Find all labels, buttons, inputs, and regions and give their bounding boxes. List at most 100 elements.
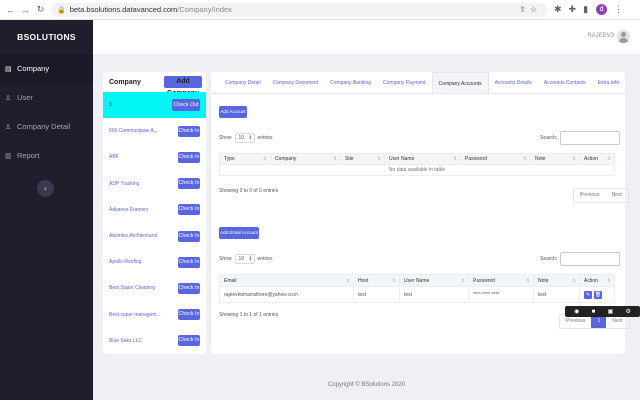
pagination: Previous Next bbox=[573, 188, 629, 203]
tab-accounts-contacts[interactable]: Accounts Contacts bbox=[538, 72, 592, 93]
tab-extra-info[interactable]: Extra Info bbox=[592, 72, 625, 93]
more-icon[interactable]: ⋮ bbox=[614, 4, 623, 15]
sidebar-item-label: Company bbox=[17, 64, 50, 73]
report-icon: ▥ bbox=[5, 152, 12, 160]
check-in-button[interactable]: Check In bbox=[178, 256, 200, 268]
collapse-sidebar-button[interactable]: ‹ bbox=[37, 180, 54, 197]
tab-company-detail[interactable]: Company Detail bbox=[219, 72, 267, 93]
col-password[interactable]: Password ⇅ bbox=[468, 274, 534, 287]
col-label: Note bbox=[538, 277, 549, 284]
url-host: beta.bsolutions.datavanced.com bbox=[69, 5, 178, 14]
tab-company-payment[interactable]: Company Payment bbox=[377, 72, 432, 93]
col-host[interactable]: Host ⇅ bbox=[353, 274, 400, 287]
col-email[interactable]: Email ⇅ bbox=[219, 274, 354, 287]
company-name[interactable]: Best super managem... bbox=[109, 312, 161, 318]
col-username[interactable]: User Name ⇅ bbox=[384, 153, 461, 165]
next-button[interactable]: Next bbox=[605, 189, 627, 202]
table-row: rajeevkumarrathore@yahoo.co.in test test… bbox=[219, 286, 615, 303]
company-name[interactable]: Advance Framers bbox=[109, 207, 148, 213]
company-row[interactable]: Best Super Cleaning Check In bbox=[103, 275, 206, 301]
check-in-button[interactable]: Check In bbox=[178, 230, 200, 242]
check-in-button[interactable]: Check In bbox=[178, 178, 200, 190]
company-name[interactable]: Akomlec Architectural bbox=[109, 233, 157, 239]
company-name[interactable]: Apollo Roofing bbox=[109, 259, 142, 265]
entries-label: entries bbox=[257, 256, 273, 262]
entries-length: Show 10 entries bbox=[219, 254, 273, 264]
check-out-button[interactable]: Check Out bbox=[172, 99, 200, 112]
forward-icon[interactable]: → bbox=[21, 5, 30, 15]
search-input[interactable] bbox=[560, 252, 621, 266]
check-in-button[interactable]: Check In bbox=[178, 151, 200, 163]
tab-company-banking[interactable]: Company Banking bbox=[324, 72, 377, 93]
check-in-button[interactable]: Check In bbox=[178, 309, 200, 321]
col-action[interactable]: Action ⇅ bbox=[579, 274, 615, 287]
extension-icon[interactable]: ✱ bbox=[554, 4, 562, 15]
top-header: RAJEEV3 bbox=[93, 20, 640, 54]
sidebar-item-company[interactable]: ▤ Company bbox=[0, 54, 93, 83]
profile-avatar[interactable]: d bbox=[596, 4, 608, 15]
col-type[interactable]: Type ⇅ bbox=[219, 153, 271, 165]
company-name[interactable]: ADP Tracking bbox=[109, 181, 139, 187]
detail-panel: Company Detail Company Document Company … bbox=[211, 72, 630, 354]
add-company-button[interactable]: Add Company bbox=[164, 76, 202, 97]
accounts-table: Type ⇅ Company ⇅ Site ⇅ User Name ⇅ Password… bbox=[219, 153, 615, 176]
sort-icon: ⇅ bbox=[607, 156, 611, 161]
tab-company-accounts[interactable]: Company Accounts bbox=[431, 72, 489, 93]
company-row[interactable]: Advance Framers Check In bbox=[103, 197, 206, 223]
username[interactable]: RAJEEV3 bbox=[587, 33, 614, 39]
company-row[interactable]: Akomlec Architectural Check In bbox=[103, 223, 206, 249]
check-in-button[interactable]: Check In bbox=[178, 335, 200, 347]
check-in-button[interactable]: Check In bbox=[178, 204, 200, 216]
company-row[interactable]: ADP Tracking Check In bbox=[103, 171, 206, 197]
col-note[interactable]: Note ⇅ bbox=[530, 153, 580, 165]
tab-bar: Company Detail Company Document Company … bbox=[211, 72, 625, 94]
company-name[interactable]: Blue Saks LLC bbox=[109, 338, 142, 344]
col-site[interactable]: Site ⇅ bbox=[340, 153, 385, 165]
col-password[interactable]: Password ⇅ bbox=[460, 153, 531, 165]
company-row[interactable]: Blue Saks LLC Check In bbox=[103, 328, 206, 354]
company-panel-header: Company Add Company bbox=[103, 72, 206, 97]
company-name[interactable]: ABF bbox=[109, 154, 119, 160]
col-company[interactable]: Company ⇅ bbox=[270, 153, 341, 165]
sidebar-item-company-detail[interactable]: ♙ Company Detail bbox=[0, 112, 93, 141]
tab-company-document[interactable]: Company Document bbox=[267, 72, 325, 93]
sidebar-item-report[interactable]: ▥ Report bbox=[0, 141, 93, 170]
entries-select[interactable]: 10 bbox=[234, 133, 255, 143]
share-star-icons[interactable]: ⇪☆ bbox=[519, 5, 541, 14]
video-icon[interactable]: ■ bbox=[592, 309, 596, 315]
avatar[interactable] bbox=[617, 30, 630, 43]
search-input[interactable] bbox=[560, 131, 621, 145]
window-icon[interactable]: ▣ bbox=[608, 308, 614, 315]
company-name[interactable]: Best Super Cleaning bbox=[109, 285, 155, 291]
address-bar[interactable]: 🔒 beta.bsolutions.datavanced.com/Company… bbox=[51, 2, 547, 17]
edit-icon[interactable]: ✎ bbox=[584, 290, 592, 299]
col-action[interactable]: Action ⇅ bbox=[579, 153, 615, 165]
company-row[interactable]: 1 Check Out bbox=[103, 92, 206, 119]
col-username[interactable]: User Name ⇅ bbox=[399, 274, 469, 287]
delete-icon[interactable]: 🗑 bbox=[594, 290, 602, 299]
tab-accounts-details[interactable]: Accounts Details bbox=[489, 72, 538, 93]
col-note[interactable]: Note ⇅ bbox=[533, 274, 580, 287]
entries-select[interactable]: 10 bbox=[234, 254, 255, 264]
sidepanel-icon[interactable]: ▮ bbox=[583, 4, 588, 15]
reload-icon[interactable]: ↻ bbox=[36, 4, 45, 15]
camera-icon[interactable]: ◉ bbox=[574, 308, 579, 315]
company-row[interactable]: Apollo Roofing Check In bbox=[103, 249, 206, 275]
puzzle-icon[interactable]: ✚ bbox=[569, 4, 577, 15]
sidebar-item-user[interactable]: ♙ User bbox=[0, 83, 93, 112]
sort-icon: ⇅ bbox=[392, 277, 396, 283]
col-label: User Name bbox=[389, 156, 415, 162]
user-icon: ♙ bbox=[5, 94, 12, 102]
check-in-button[interactable]: Check In bbox=[178, 125, 200, 137]
company-row[interactable]: Best super managem... Check In bbox=[103, 302, 206, 328]
company-name[interactable]: 600 Communipaw A... bbox=[109, 128, 158, 134]
company-row[interactable]: 600 Communipaw A... Check In bbox=[103, 118, 206, 144]
add-email-account-button[interactable]: Add Email Account bbox=[219, 227, 259, 239]
check-in-button[interactable]: Check In bbox=[178, 282, 200, 294]
previous-button[interactable]: Previous bbox=[574, 189, 605, 202]
add-account-button[interactable]: Add Account bbox=[219, 106, 247, 118]
gear-icon[interactable]: ⚙ bbox=[625, 308, 630, 315]
company-row[interactable]: ABF Check In bbox=[103, 144, 206, 170]
company-name[interactable]: 1 bbox=[109, 102, 112, 108]
back-icon[interactable]: ← bbox=[6, 5, 15, 15]
